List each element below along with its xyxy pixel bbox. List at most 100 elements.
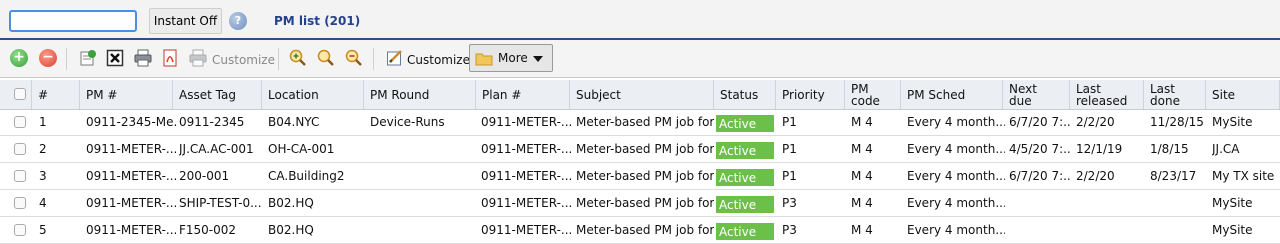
cell-site: MySite [1212, 115, 1253, 129]
cell-lastdone [1150, 218, 1206, 243]
cell-nextdue: 6/7/20 7:... [1009, 169, 1071, 183]
select-all-checkbox[interactable] [14, 88, 26, 100]
table-row[interactable]: 2 0911-METER-... JJ.CA.AC-001 OH-CA-001 0911… [0, 137, 1280, 163]
zoom-in-icon[interactable] [289, 49, 307, 67]
cell-location: B02.HQ [268, 223, 314, 237]
column-header-status[interactable]: Status [714, 80, 776, 109]
cell-pmcode: M 4 [851, 169, 873, 183]
cell-pmcode: M 4 [851, 223, 873, 237]
cell-sched: Every 4 month... [907, 223, 1005, 237]
column-header-location[interactable]: Location [262, 80, 364, 109]
folder-icon [475, 53, 493, 66]
cell-plan: 0911-METER-... [481, 142, 571, 156]
status-badge: Active [716, 115, 774, 132]
cell-lastdone [1150, 191, 1206, 216]
add-icon[interactable]: + [10, 49, 28, 67]
column-header-pm-round[interactable]: PM Round [364, 80, 476, 109]
print-icon[interactable] [134, 49, 152, 67]
cell-location: OH-CA-001 [268, 142, 335, 156]
cell-plan: 0911-METER-... [481, 223, 571, 237]
last-done-label: Last done [1150, 81, 1180, 108]
row-checkbox[interactable] [14, 143, 26, 155]
cell-pmcode: M 4 [851, 196, 873, 210]
search-input[interactable] [9, 10, 137, 32]
cell-sched: Every 4 month... [907, 169, 1005, 183]
refresh-list-icon[interactable] [79, 49, 97, 67]
cell-subject: Meter-based PM job for... [576, 142, 714, 156]
column-header-num[interactable]: # [32, 80, 80, 109]
table-row[interactable]: 5 0911-METER-... F150-002 B02.HQ 0911-METER-… [0, 218, 1280, 244]
cell-sched: Every 4 month... [907, 142, 1005, 156]
column-header-pm-code[interactable]: PM code [845, 80, 901, 109]
cell-asset: SHIP-TEST-0... [179, 196, 262, 210]
close-icon[interactable] [106, 49, 124, 67]
column-header-subject[interactable]: Subject [570, 80, 714, 109]
cell-pm: 0911-METER-... [86, 196, 176, 210]
column-header-asset-tag[interactable]: Asset Tag [173, 80, 262, 109]
search-icon[interactable] [317, 49, 335, 67]
customize-disabled-label: Customize [212, 53, 275, 67]
customize-button[interactable]: Customize [407, 53, 470, 67]
customize-icon[interactable] [386, 49, 404, 67]
zoom-out-icon[interactable] [345, 49, 363, 67]
instant-toggle-button[interactable]: Instant Off [149, 8, 222, 34]
column-header-next-due[interactable]: Next due [1003, 80, 1070, 109]
column-header-site[interactable]: Site [1206, 80, 1280, 109]
next-due-label: Next due [1009, 81, 1037, 108]
cell-plan: 0911-METER-... [481, 196, 571, 210]
cell-priority: P3 [782, 223, 797, 237]
status-badge: Active [716, 223, 774, 240]
cell-lastdone: 8/23/17 [1150, 169, 1197, 183]
cell-asset: 0911-2345 [179, 115, 245, 129]
column-header-plan[interactable]: Plan # [476, 80, 570, 109]
cell-priority: P1 [782, 142, 797, 156]
cell-lastrel: 2/2/20 [1076, 115, 1115, 129]
cell-round [370, 218, 474, 243]
row-checkbox[interactable] [14, 224, 26, 236]
cell-plan: 0911-METER-... [481, 115, 571, 129]
cell-sched: Every 4 month... [907, 115, 1005, 129]
cell-pmcode: M 4 [851, 115, 873, 129]
cell-pm: 0911-2345-Me... [86, 115, 176, 129]
cell-subject: Meter-based PM job for... [576, 196, 714, 210]
toolbar-divider [278, 48, 279, 70]
cell-pmcode: M 4 [851, 142, 873, 156]
cell-site: JJ.CA [1212, 142, 1240, 156]
cell-round [370, 191, 474, 216]
column-header-priority[interactable]: Priority [776, 80, 845, 109]
pdf-icon[interactable] [161, 49, 179, 67]
status-badge: Active [716, 142, 774, 159]
cell-pm: 0911-METER-... [86, 169, 176, 183]
column-header-last-done[interactable]: Last done [1144, 80, 1206, 109]
row-checkbox[interactable] [14, 197, 26, 209]
column-header-last-released[interactable]: Last released [1070, 80, 1144, 109]
cell-asset: 200-001 [179, 169, 230, 183]
cell-site: MySite [1212, 223, 1253, 237]
help-icon[interactable]: ? [229, 12, 247, 30]
cell-location: B04.NYC [268, 115, 320, 129]
cell-pm: 0911-METER-... [86, 223, 176, 237]
pm-code-label: PM code [851, 81, 880, 108]
table-row[interactable]: 4 0911-METER-... SHIP-TEST-0... B02.HQ 0911-… [0, 191, 1280, 217]
status-badge: Active [716, 196, 774, 213]
table-row[interactable]: 3 0911-METER-... 200-001 CA.Building2 0911-M… [0, 164, 1280, 190]
cell-site: My TX site [1212, 169, 1275, 183]
row-checkbox[interactable] [14, 170, 26, 182]
cell-priority: P3 [782, 196, 797, 210]
cell-pm: 0911-METER-... [86, 142, 176, 156]
column-header-pm[interactable]: PM # [80, 80, 173, 109]
more-label: More [498, 51, 528, 65]
column-header-pm-sched[interactable]: PM Sched [901, 80, 1003, 109]
cell-lastdone: 1/8/15 [1150, 142, 1189, 156]
delete-icon[interactable]: − [39, 49, 57, 67]
cell-nextdue: 4/5/20 7:... [1009, 142, 1071, 156]
cell-lastrel [1076, 218, 1144, 243]
cell-round [370, 137, 474, 162]
more-dropdown-button[interactable]: More [469, 44, 553, 72]
pm-list-title[interactable]: PM list (201) [274, 14, 360, 28]
cell-lastdone: 11/28/15 [1150, 115, 1204, 129]
toolbar-divider [66, 48, 67, 70]
row-checkbox[interactable] [14, 116, 26, 128]
table-row[interactable]: 1 0911-2345-Me... 0911-2345 B04.NYC Device-R… [0, 110, 1280, 136]
cell-lastrel: 2/2/20 [1076, 169, 1115, 183]
